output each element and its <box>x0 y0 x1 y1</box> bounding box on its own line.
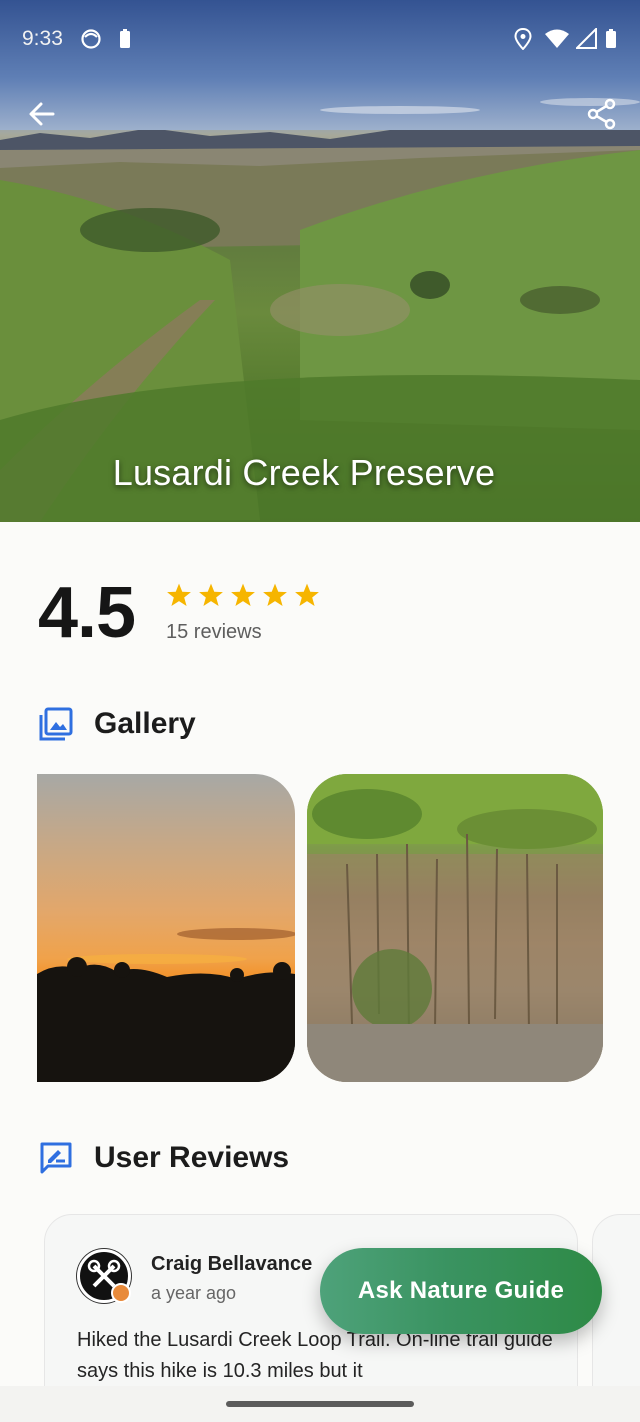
share-button[interactable] <box>580 92 624 136</box>
rating-value: 4.5 <box>38 573 136 653</box>
gallery-title: Gallery <box>94 707 196 740</box>
rating-stars <box>166 582 320 608</box>
reviewer-name: Craig Bellavance <box>151 1253 313 1275</box>
star-icon <box>263 583 287 607</box>
reviews-title: User Reviews <box>94 1141 290 1174</box>
review-time: a year ago <box>151 1283 237 1303</box>
app-notification-icon <box>81 29 101 49</box>
star-icon <box>199 583 223 607</box>
ask-nature-guide-button[interactable]: Ask Nature Guide <box>320 1248 602 1334</box>
gallery-header: Gallery <box>38 706 196 742</box>
status-bar: 9:33 <box>0 0 640 78</box>
reviews-count: 15 reviews <box>166 621 262 643</box>
review-text: Hiked the Lusardi Creek Loop Trail. On-l… <box>77 1329 553 1382</box>
home-indicator[interactable] <box>226 1401 414 1407</box>
location-icon <box>514 28 532 50</box>
status-time: 9:33 <box>22 27 63 50</box>
gallery-photo-sunset[interactable] <box>37 774 295 1082</box>
battery-saver-icon <box>120 29 130 48</box>
battery-icon <box>606 29 616 48</box>
landscape-illustration <box>0 0 640 522</box>
star-icon <box>295 583 319 607</box>
place-title: Lusardi Creek Preserve <box>112 452 496 493</box>
review-card-next[interactable] <box>592 1214 640 1414</box>
gallery-photo-cattails[interactable] <box>307 774 603 1082</box>
sunset-photo <box>37 928 295 1082</box>
gallery-carousel[interactable] <box>37 774 640 1082</box>
wifi-icon <box>545 29 569 48</box>
cattails-photo <box>307 774 603 1082</box>
share-icon <box>587 98 616 130</box>
star-icon <box>167 583 191 607</box>
rate-review-icon <box>40 1142 72 1174</box>
signal-icon <box>576 28 597 49</box>
star-icon <box>231 583 255 607</box>
reviewer-badge-icon <box>111 1283 131 1303</box>
hero-image: 9:33 Lusardi Creek Preserve <box>0 0 640 522</box>
arrow-back-icon <box>29 102 55 126</box>
back-button[interactable] <box>20 92 64 136</box>
system-nav-bar <box>0 1386 640 1422</box>
gallery-icon <box>39 707 73 741</box>
reviews-header: User Reviews <box>38 1140 289 1176</box>
